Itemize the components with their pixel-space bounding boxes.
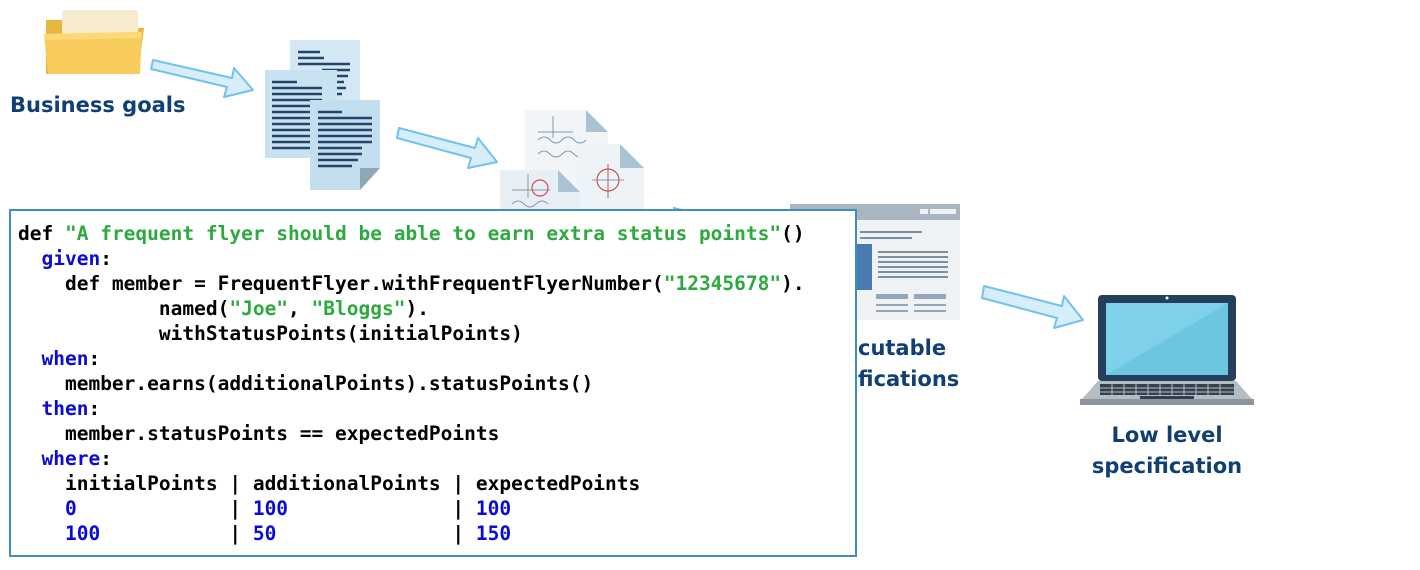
header-additional-points: additionalPoints bbox=[252, 472, 441, 495]
spec-parens: () bbox=[781, 222, 805, 245]
arrow-icon bbox=[396, 127, 498, 169]
executable-specifications-label-line1: cutable bbox=[858, 336, 947, 360]
header-initial-points: initialPoints bbox=[64, 472, 218, 495]
executable-specifications-label-line2: fications bbox=[858, 367, 960, 391]
when-keyword: when bbox=[41, 347, 89, 370]
named-prefix: named( bbox=[158, 297, 230, 320]
def-keyword: def bbox=[18, 222, 54, 245]
row1-additional: 100 bbox=[252, 497, 289, 520]
row1-initial: 0 bbox=[64, 497, 77, 520]
row2-additional: 50 bbox=[252, 522, 277, 545]
code-box: def "A frequent flyer should be able to … bbox=[9, 209, 857, 557]
expect-line: member.statusPoints == expectedPoints bbox=[64, 422, 500, 445]
earns-line: member.earns(additionalPoints).statusPoi… bbox=[64, 372, 594, 395]
ff-number-string: "12345678" bbox=[663, 272, 782, 295]
member-prefix: def member = FrequentFlyer.withFrequentF… bbox=[64, 272, 664, 295]
with-status-line: withStatusPoints(initialPoints) bbox=[158, 322, 523, 345]
row1-expected: 100 bbox=[475, 497, 512, 520]
row2-expected: 150 bbox=[475, 522, 512, 545]
document-stack-icon bbox=[265, 40, 380, 190]
spock-spec-code: def "A frequent flyer should be able to … bbox=[18, 222, 805, 545]
where-keyword: where bbox=[41, 447, 101, 470]
low-level-spec-label-line2: specification bbox=[1091, 454, 1243, 478]
laptop-icon bbox=[1080, 295, 1254, 405]
header-expected-points: expectedPoints bbox=[475, 472, 641, 495]
sketch-documents-icon bbox=[500, 110, 644, 210]
row2-initial: 100 bbox=[64, 522, 101, 545]
spec-title-string: "A frequent flyer should be able to earn… bbox=[64, 222, 782, 245]
arrow-icon bbox=[981, 285, 1084, 329]
last-name-string: "Bloggs" bbox=[311, 297, 406, 320]
folder-icon bbox=[44, 10, 144, 74]
then-keyword: then bbox=[41, 397, 89, 420]
first-name-string: "Joe" bbox=[229, 297, 289, 320]
arrow-icon bbox=[150, 59, 254, 98]
given-keyword: given bbox=[41, 247, 101, 270]
low-level-spec-label-line1: Low level bbox=[1111, 423, 1223, 447]
